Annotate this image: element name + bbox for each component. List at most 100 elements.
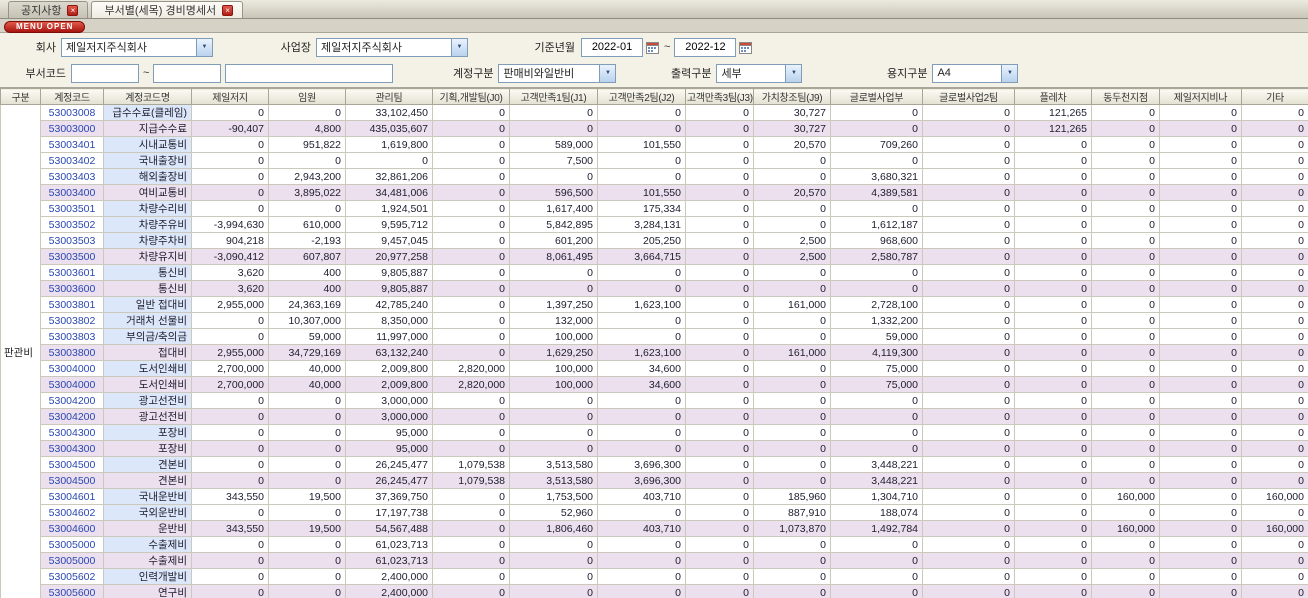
account-code-cell[interactable]: 53003400 [40,184,104,201]
value-cell[interactable]: 0 [1014,216,1092,233]
value-cell[interactable]: 0 [1159,504,1242,521]
account-name-cell[interactable]: 광고선전비 [103,408,192,425]
column-header[interactable]: 플레차 [1014,88,1092,105]
value-cell[interactable]: 0 [1014,248,1092,265]
value-cell[interactable]: 0 [922,472,1015,489]
account-name-cell[interactable]: 도서인쇄비 [103,376,192,393]
value-cell[interactable]: 0 [191,424,269,441]
output-type-select[interactable]: 세부 ▼ [716,63,803,83]
value-cell[interactable]: 0 [1091,232,1160,249]
value-cell[interactable]: 0 [509,120,598,137]
value-cell[interactable]: 3,696,300 [597,456,686,473]
value-cell[interactable]: 0 [1091,344,1160,361]
column-header[interactable]: 계정코드명 [103,88,192,105]
value-cell[interactable]: 3,513,580 [509,472,598,489]
value-cell[interactable]: 403,710 [597,488,686,505]
value-cell[interactable]: 0 [685,136,754,153]
account-name-cell[interactable]: 부의금/축의금 [103,328,192,345]
workplace-select[interactable]: 제일저지주식회사 ▼ [316,37,468,57]
value-cell[interactable]: 0 [1014,168,1092,185]
value-cell[interactable]: 0 [685,200,754,217]
value-cell[interactable]: 0 [753,392,831,409]
value-cell[interactable]: 0 [1159,376,1242,393]
value-cell[interactable]: 0 [1159,344,1242,361]
account-code-cell[interactable]: 53003503 [40,232,104,249]
value-cell[interactable]: 95,000 [345,424,433,441]
value-cell[interactable]: 0 [1091,360,1160,377]
value-cell[interactable]: 75,000 [830,376,923,393]
value-cell[interactable]: 0 [922,184,1015,201]
value-cell[interactable]: 0 [1159,456,1242,473]
value-cell[interactable]: 0 [753,152,831,169]
value-cell[interactable]: 0 [1014,520,1092,537]
value-cell[interactable]: 10,307,000 [268,312,346,329]
value-cell[interactable]: 0 [432,408,510,425]
value-cell[interactable]: 17,197,738 [345,504,433,521]
value-cell[interactable]: 0 [268,456,346,473]
value-cell[interactable]: 0 [922,280,1015,297]
value-cell[interactable]: 951,822 [268,136,346,153]
account-name-cell[interactable]: 통신비 [103,280,192,297]
value-cell[interactable]: 0 [1159,312,1242,329]
account-name-cell[interactable]: 급수수료(클레임) [103,104,192,121]
value-cell[interactable]: 0 [685,520,754,537]
value-cell[interactable]: 0 [1091,456,1160,473]
account-code-cell[interactable]: 53005000 [40,536,104,553]
value-cell[interactable]: 61,023,713 [345,552,433,569]
value-cell[interactable]: 101,550 [597,184,686,201]
value-cell[interactable]: 3,620 [191,280,269,297]
value-cell[interactable]: 0 [685,296,754,313]
value-cell[interactable]: 2,943,200 [268,168,346,185]
value-cell[interactable]: 2,728,100 [830,296,923,313]
value-cell[interactable]: 0 [1241,312,1308,329]
value-cell[interactable]: 3,284,131 [597,216,686,233]
value-cell[interactable]: 0 [191,472,269,489]
value-cell[interactable]: 0 [685,536,754,553]
value-cell[interactable]: 0 [268,472,346,489]
chevron-down-icon[interactable]: ▼ [1001,64,1018,82]
value-cell[interactable]: 0 [922,424,1015,441]
column-header[interactable]: 글로벌사업2팀 [922,88,1015,105]
value-cell[interactable]: 0 [268,552,346,569]
value-cell[interactable]: 0 [1241,184,1308,201]
value-cell[interactable]: 0 [597,408,686,425]
account-name-cell[interactable]: 차량주차비 [103,232,192,249]
period-to-input[interactable] [674,37,737,57]
account-name-cell[interactable]: 도서인쇄비 [103,360,192,377]
menu-open-button[interactable]: MENU OPEN [4,21,86,33]
value-cell[interactable]: 0 [1014,392,1092,409]
value-cell[interactable]: 32,861,206 [345,168,433,185]
value-cell[interactable]: 0 [191,328,269,345]
value-cell[interactable]: 0 [597,168,686,185]
table-row[interactable]: 53004000 도서인쇄비 2,700,000 40,000 2,009,800 2,8… [1,376,1308,393]
value-cell[interactable]: 0 [685,344,754,361]
dept-name-input[interactable] [225,63,394,83]
account-code-cell[interactable]: 53003000 [40,120,104,137]
value-cell[interactable]: 0 [685,184,754,201]
value-cell[interactable]: 0 [191,184,269,201]
value-cell[interactable]: 101,550 [597,136,686,153]
value-cell[interactable]: 0 [509,264,598,281]
value-cell[interactable]: 0 [830,264,923,281]
value-cell[interactable]: 0 [922,520,1015,537]
value-cell[interactable]: 0 [1014,376,1092,393]
value-cell[interactable]: 0 [1159,200,1242,217]
value-cell[interactable]: 5,842,895 [509,216,598,233]
account-code-cell[interactable]: 53004000 [40,376,104,393]
value-cell[interactable]: 0 [191,200,269,217]
value-cell[interactable]: 37,369,750 [345,488,433,505]
value-cell[interactable]: 601,200 [509,232,598,249]
value-cell[interactable]: 0 [597,264,686,281]
value-cell[interactable]: 0 [922,104,1015,121]
account-code-cell[interactable]: 53004500 [40,456,104,473]
value-cell[interactable]: 0 [922,408,1015,425]
chevron-down-icon[interactable]: ▼ [785,64,802,82]
value-cell[interactable]: 0 [432,328,510,345]
value-cell[interactable]: 2,500 [753,248,831,265]
value-cell[interactable]: 0 [685,360,754,377]
value-cell[interactable]: 1,332,200 [830,312,923,329]
value-cell[interactable]: 34,600 [597,360,686,377]
value-cell[interactable]: 0 [922,488,1015,505]
value-cell[interactable]: 0 [1159,104,1242,121]
value-cell[interactable]: 0 [753,472,831,489]
